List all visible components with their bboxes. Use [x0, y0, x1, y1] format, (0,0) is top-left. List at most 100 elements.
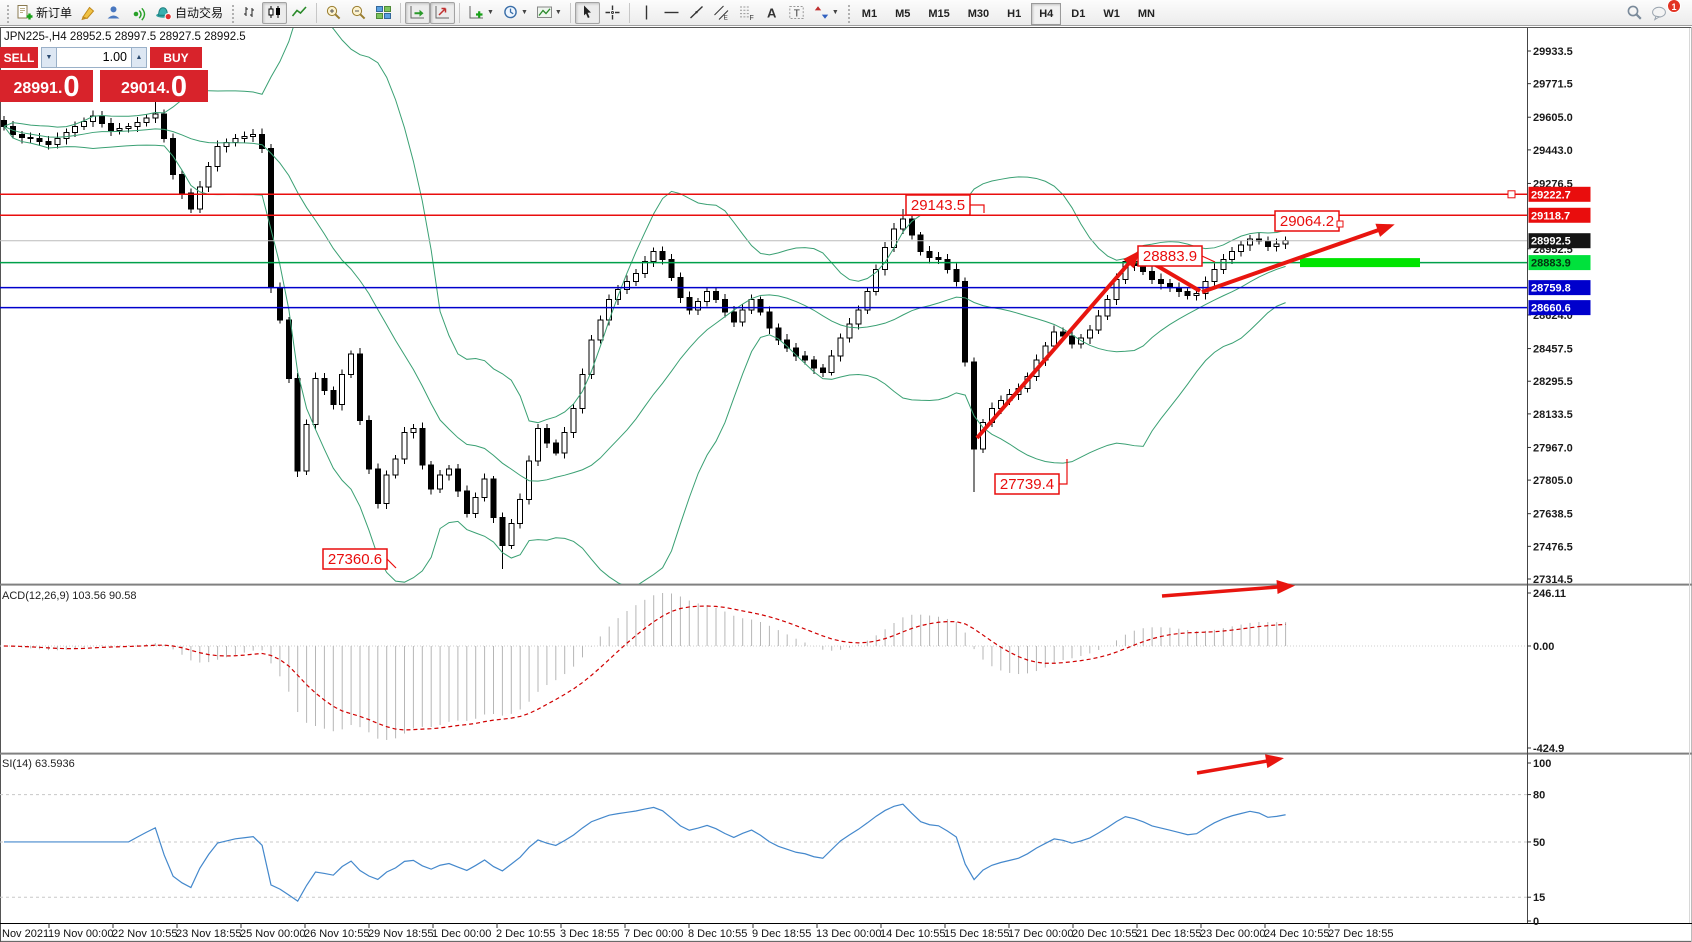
timeframe-button-h4[interactable]: H4	[1031, 3, 1061, 25]
trend-arrow-5[interactable]	[1197, 759, 1279, 773]
svg-text:14 Dec 10:55: 14 Dec 10:55	[880, 928, 945, 940]
svg-text:0.00: 0.00	[1533, 641, 1554, 653]
toolbar-grip[interactable]	[230, 3, 234, 23]
indicators-button[interactable]: ▼	[464, 2, 498, 24]
alerts-button[interactable]	[126, 2, 151, 24]
chart-canvas[interactable]: 29143.5 29064.2 28883.9 27739.4 27360.6 29933…	[0, 0, 1692, 942]
styler-crayon-icon	[80, 4, 97, 21]
svg-text:E: E	[723, 15, 728, 22]
svg-text:9 Dec 18:55: 9 Dec 18:55	[752, 928, 811, 940]
timeframe-button-mn[interactable]: MN	[1130, 3, 1163, 25]
svg-text:28883.9: 28883.9	[1531, 258, 1571, 270]
timeframe-button-w1[interactable]: W1	[1095, 3, 1128, 25]
arrows-button[interactable]: ▼	[809, 2, 843, 24]
candlestick-chart-button[interactable]	[262, 2, 287, 24]
sell-price[interactable]: 28991. 0	[0, 70, 93, 102]
templates-button[interactable]: ▼	[532, 2, 566, 24]
svg-text:27 Dec 18:55: 27 Dec 18:55	[1328, 928, 1393, 940]
volume-decrease-button[interactable]: ▼	[41, 47, 57, 68]
svg-text:28295.5: 28295.5	[1533, 376, 1573, 388]
auto-scroll-button[interactable]	[405, 2, 430, 24]
channel-button[interactable]: E	[709, 2, 734, 24]
zoom-out-icon	[350, 4, 367, 21]
trend-arrow-1[interactable]	[977, 254, 1137, 438]
price-annotation-29143.5[interactable]: 29143.5	[906, 195, 984, 215]
price-axis[interactable]: 29933.529771.529605.029443.029276.528952…	[1527, 46, 1591, 586]
zoom-out-button[interactable]	[346, 2, 371, 24]
cursor-button[interactable]	[575, 2, 600, 24]
tile-windows-button[interactable]	[371, 2, 396, 24]
svg-text:29064.2: 29064.2	[1280, 213, 1334, 230]
horizontal-line-button[interactable]	[659, 2, 684, 24]
timeframe-button-d1[interactable]: D1	[1063, 3, 1093, 25]
svg-text:27638.5: 27638.5	[1533, 509, 1573, 521]
svg-text:80: 80	[1533, 790, 1545, 802]
styler-button[interactable]	[76, 2, 101, 24]
crosshair-button[interactable]	[600, 2, 625, 24]
price-annotation-27360.6[interactable]: 27360.6	[323, 549, 396, 569]
rsi-axis[interactable]: 1008050150	[1527, 758, 1551, 928]
trendline-button[interactable]	[684, 2, 709, 24]
sell-button[interactable]: SELL	[0, 47, 38, 68]
timeframe-button-m5[interactable]: M5	[887, 3, 918, 25]
bb-lower-band[interactable]	[4, 126, 1286, 587]
svg-text:F: F	[749, 15, 753, 21]
svg-text:29 Nov 18:55: 29 Nov 18:55	[368, 928, 433, 940]
fibonacci-button[interactable]: F	[734, 2, 759, 24]
svg-text:T: T	[794, 9, 800, 20]
svg-text:15: 15	[1533, 892, 1545, 904]
trend-arrow-4[interactable]	[1162, 586, 1290, 596]
macd-panel-splitter[interactable]	[0, 584, 1692, 586]
autotrading-button[interactable]: 自动交易	[151, 2, 227, 24]
text-label-button[interactable]: T	[784, 2, 809, 24]
chat-button[interactable]: 1	[1647, 2, 1672, 24]
search-icon	[1626, 4, 1643, 21]
svg-text:27314.5: 27314.5	[1533, 574, 1573, 586]
rsi-line	[4, 804, 1286, 901]
zoom-in-button[interactable]	[321, 2, 346, 24]
new-order-button[interactable]: 新订单	[12, 2, 76, 24]
svg-text:21 Dec 18:55: 21 Dec 18:55	[1136, 928, 1201, 940]
timeframe-button-m1[interactable]: M1	[854, 3, 885, 25]
svg-text:28883.9: 28883.9	[1143, 248, 1197, 265]
svg-text:27476.5: 27476.5	[1533, 541, 1573, 553]
horizontal-line-icon	[663, 4, 680, 21]
macd-axis[interactable]: 246.110.00-424.9	[1527, 588, 1566, 755]
svg-text:24 Dec 10:55: 24 Dec 10:55	[1264, 928, 1329, 940]
buy-price[interactable]: 29014. 0	[100, 70, 208, 102]
svg-text:27805.0: 27805.0	[1533, 475, 1573, 487]
svg-text:28457.5: 28457.5	[1533, 344, 1573, 356]
line-chart-button[interactable]	[287, 2, 312, 24]
sell-price-main: 28991.	[13, 77, 62, 101]
timeframe-button-m30[interactable]: M30	[960, 3, 997, 25]
svg-text:29605.0: 29605.0	[1533, 112, 1573, 124]
toolbar-grip[interactable]	[5, 3, 9, 23]
vertical-line-button[interactable]	[634, 2, 659, 24]
volume-input[interactable]: 1.00	[57, 47, 131, 68]
new-order-icon	[16, 4, 33, 21]
support-highlight-band[interactable]	[1300, 258, 1420, 267]
timeframe-button-h1[interactable]: H1	[999, 3, 1029, 25]
buy-price-pip: 0	[171, 74, 187, 101]
svg-text:246.11: 246.11	[1533, 588, 1566, 600]
notification-badge: 1	[1667, 0, 1681, 13]
chart-shift-button[interactable]	[430, 2, 455, 24]
text-button[interactable]: A	[759, 2, 784, 24]
bar-chart-button[interactable]	[237, 2, 262, 24]
toolbar-grip[interactable]	[846, 3, 850, 23]
timeframe-button-m15[interactable]: M15	[920, 3, 957, 25]
price-annotation-29064.2[interactable]: 29064.2	[1275, 211, 1343, 231]
periods-button[interactable]: ▼	[498, 2, 532, 24]
price-annotation-27739.4[interactable]: 27739.4	[995, 459, 1067, 494]
time-axis[interactable]: Nov 202119 Nov 00:0022 Nov 10:5523 Nov 1…	[2, 923, 1393, 940]
buy-button[interactable]: BUY	[150, 47, 202, 68]
svg-text:27360.6: 27360.6	[328, 551, 382, 568]
level-anchor-square[interactable]	[1508, 191, 1515, 198]
autotrading-label: 自动交易	[175, 4, 223, 21]
svg-text:27967.0: 27967.0	[1533, 442, 1573, 454]
search-button[interactable]	[1622, 2, 1647, 24]
equidistant-channel-icon: E	[713, 4, 730, 21]
profiles-button[interactable]	[101, 2, 126, 24]
rsi-panel-splitter[interactable]	[0, 753, 1692, 755]
volume-increase-button[interactable]: ▲	[131, 47, 147, 68]
